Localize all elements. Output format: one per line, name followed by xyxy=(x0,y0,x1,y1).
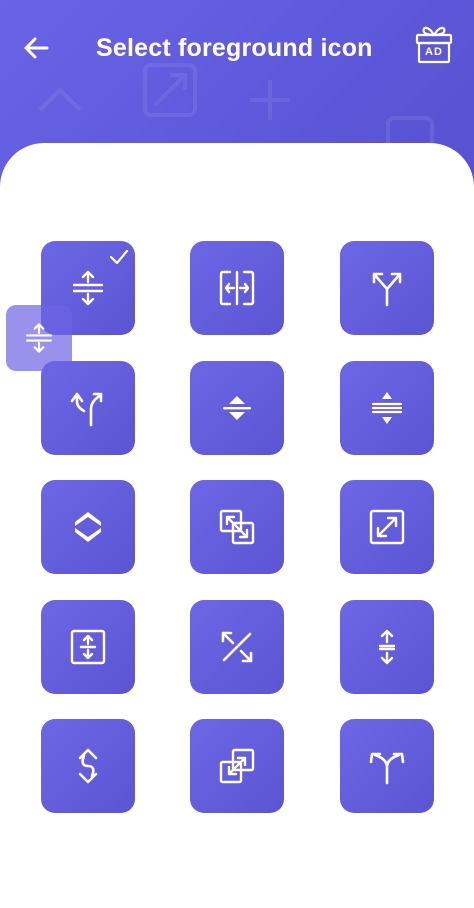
expand-diagonal-icon xyxy=(369,509,405,545)
split-horizontal-icon xyxy=(219,270,255,306)
icon-tile-arrows-diagonal[interactable] xyxy=(190,600,284,694)
icon-tile-expand-vertical-box[interactable] xyxy=(41,600,135,694)
fork-both-icon xyxy=(369,752,405,785)
drag-preview[interactable] xyxy=(6,305,72,371)
merge-up-icon xyxy=(372,272,402,307)
expand-vertical-icon xyxy=(25,323,53,353)
back-button[interactable] xyxy=(14,26,58,70)
arrows-diagonal-icon xyxy=(221,631,253,663)
icon-tile-collapse-vertical[interactable] xyxy=(190,361,284,455)
icon-tile-split-vertical[interactable] xyxy=(340,600,434,694)
arrow-vertical-curve-icon xyxy=(78,748,98,784)
icon-tile-overlap-squares[interactable] xyxy=(190,480,284,574)
icon-tile-fork-right[interactable] xyxy=(41,361,135,455)
icon-tile-arrow-vertical-curve[interactable] xyxy=(41,719,135,813)
expand-vertical-box-icon xyxy=(70,629,106,665)
background-pattern-icon xyxy=(38,87,82,112)
external-squares-icon xyxy=(219,748,255,784)
icon-tile-expand-vertical-lines[interactable] xyxy=(340,361,434,455)
expand-vertical-icon xyxy=(72,270,104,306)
checkmark-icon xyxy=(109,249,129,265)
gift-ad-icon xyxy=(415,26,453,64)
background-pattern-icon xyxy=(250,80,290,120)
icon-tile-fork-both[interactable] xyxy=(340,719,434,813)
overlap-squares-icon xyxy=(219,509,255,545)
icon-tile-chevrons-up-down[interactable] xyxy=(41,480,135,574)
ad-label: AD xyxy=(425,46,443,58)
page-title: Select foreground icon xyxy=(96,34,373,62)
icon-tile-merge-up[interactable] xyxy=(340,241,434,335)
chevrons-up-down-icon xyxy=(75,512,101,542)
collapse-vertical-icon xyxy=(223,396,251,420)
icon-tile-expand-diagonal[interactable] xyxy=(340,480,434,574)
expand-vertical-lines-icon xyxy=(371,392,403,424)
arrow-left-icon xyxy=(24,37,49,59)
icon-tile-external-squares[interactable] xyxy=(190,719,284,813)
split-vertical-icon xyxy=(378,629,396,665)
background-pattern-icon xyxy=(143,63,197,117)
fork-right-icon xyxy=(70,392,103,427)
remove-ads-button[interactable]: AD xyxy=(412,18,456,68)
icon-tile-split-horizontal[interactable] xyxy=(190,241,284,335)
